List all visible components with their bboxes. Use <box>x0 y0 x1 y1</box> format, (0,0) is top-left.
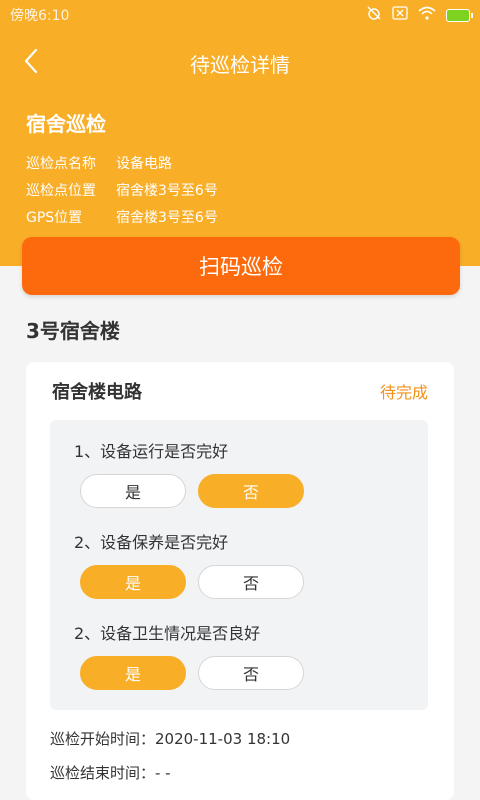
task-title: 宿舍巡检 <box>26 112 106 136</box>
task-info: 宿舍巡检 巡检点名称 设备电路 巡检点位置 宿舍楼3号至6号 GPS位置 宿舍楼… <box>26 108 218 230</box>
info-key: GPS位置 <box>26 209 83 226</box>
scan-inspect-button[interactable]: 扫码巡检 <box>22 237 460 295</box>
q3-no-button[interactable]: 否 <box>198 656 304 690</box>
back-button[interactable] <box>16 46 46 76</box>
page-title: 待巡检详情 <box>190 52 290 77</box>
info-key: 巡检点名称 <box>26 155 96 172</box>
status-badge: 待完成 <box>379 383 428 402</box>
nav-bar: 待巡检详情 <box>0 36 480 90</box>
info-row-gps: GPS位置 宿舍楼3号至6号 <box>26 203 218 230</box>
question-panel: 1、设备运行是否完好 是 否 2、设备保养是否完好 是 否 2、设备卫生情况是否… <box>50 420 428 710</box>
card-header: 宿舍楼电路 待完成 <box>52 378 428 404</box>
info-key: 巡检点位置 <box>26 182 96 199</box>
end-time: 巡检结束时间：- - <box>50 764 171 782</box>
inspection-card: 宿舍楼电路 待完成 1、设备运行是否完好 是 否 2、设备保养是否完好 是 否 … <box>26 362 454 800</box>
status-icons <box>366 5 473 25</box>
q3-yes-button[interactable]: 是 <box>80 656 186 690</box>
q1-no-button[interactable]: 否 <box>198 474 304 508</box>
building-title: 3号宿舍楼 <box>26 319 120 343</box>
question-2: 2、设备保养是否完好 <box>74 533 229 552</box>
sim-icon <box>392 6 408 24</box>
info-value: 宿舍楼3号至6号 <box>116 182 218 199</box>
battery-charging-icon <box>446 8 473 22</box>
card-title: 宿舍楼电路 <box>52 382 142 403</box>
info-row-location: 巡检点位置 宿舍楼3号至6号 <box>26 176 218 203</box>
alarm-off-icon <box>366 5 382 25</box>
q1-yes-button[interactable]: 是 <box>80 474 186 508</box>
question-1: 1、设备运行是否完好 <box>74 442 229 461</box>
info-value: 宿舍楼3号至6号 <box>116 209 218 226</box>
q2-yes-button[interactable]: 是 <box>80 565 186 599</box>
chevron-left-icon <box>24 48 38 74</box>
status-time: 傍晚6:10 <box>10 8 70 24</box>
q2-no-button[interactable]: 否 <box>198 565 304 599</box>
start-time: 巡检开始时间：2020-11-03 18:10 <box>50 730 291 748</box>
question-3: 2、设备卫生情况是否良好 <box>74 624 261 643</box>
info-value: 设备电路 <box>116 155 172 172</box>
status-bar: 傍晚6:10 <box>0 0 480 30</box>
info-row-name: 巡检点名称 设备电路 <box>26 149 218 176</box>
wifi-icon <box>418 6 436 24</box>
